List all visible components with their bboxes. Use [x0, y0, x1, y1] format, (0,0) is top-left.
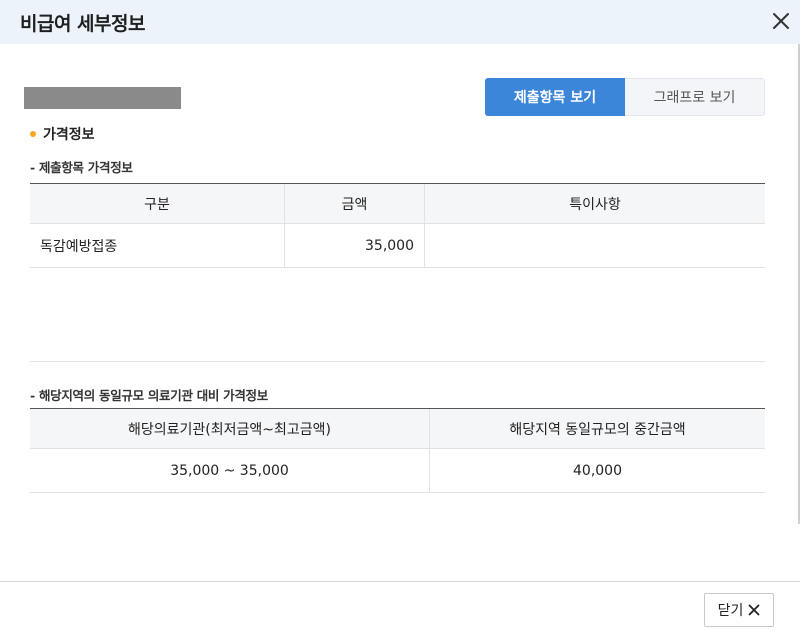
table-header-row: 구분 금액 특이사항 — [30, 184, 765, 224]
column-header-regional-median: 해당지역 동일규모의 중간금액 — [509, 421, 686, 438]
close-button[interactable]: 닫기 — [704, 593, 774, 627]
footer-divider — [0, 581, 800, 582]
price-info-heading: 가격정보 — [30, 124, 95, 144]
close-button-label: 닫기 — [717, 603, 744, 619]
submitted-price-table: 구분 금액 특이사항 독감예방접종 35,000 — [30, 183, 765, 268]
modal-header: 비급여 세부정보 — [0, 0, 800, 44]
table-header-row: 해당의료기관(최저금액~최고금액) 해당지역 동일규모의 중간금액 — [30, 409, 765, 449]
cell-notes — [425, 224, 765, 267]
table-row: 독감예방접종 35,000 — [30, 224, 765, 268]
cell-amount: 35,000 — [285, 224, 425, 267]
close-small-icon — [748, 604, 760, 616]
graph-view-button[interactable]: 그래프로 보기 — [625, 78, 765, 116]
bullet-icon — [30, 131, 36, 137]
submitted-items-view-button[interactable]: 제출항목 보기 — [485, 78, 625, 116]
column-header-category: 구분 — [30, 184, 285, 223]
table-row: 35,000 ~ 35,000 40,000 — [30, 449, 765, 493]
column-header-notes: 특이사항 — [569, 196, 621, 213]
price-info-heading-text: 가격정보 — [43, 127, 95, 143]
comparison-price-subheading: - 해당지역의 동일규모 의료기관 대비 가격정보 — [30, 388, 268, 403]
view-toggle: 제출항목 보기 그래프로 보기 — [485, 78, 765, 116]
cell-institution-range: 35,000 ~ 35,000 — [30, 449, 430, 492]
cell-category: 독감예방접종 — [30, 224, 285, 267]
cell-regional-median: 40,000 — [573, 462, 622, 479]
modal-title: 비급여 세부정보 — [20, 12, 145, 35]
close-icon[interactable] — [768, 8, 794, 34]
section-divider — [30, 361, 765, 362]
comparison-price-table: 해당의료기관(최저금액~최고금액) 해당지역 동일규모의 중간금액 35,000… — [30, 408, 765, 493]
column-header-institution-range: 해당의료기관(최저금액~최고금액) — [30, 409, 430, 448]
redacted-institution-name — [24, 87, 181, 109]
column-header-amount: 금액 — [285, 184, 425, 223]
submitted-price-subheading: - 제출항목 가격정보 — [30, 160, 133, 175]
